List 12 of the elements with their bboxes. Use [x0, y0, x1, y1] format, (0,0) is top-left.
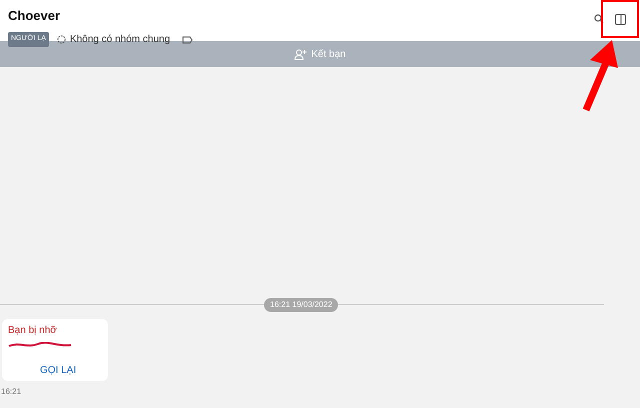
- contact-name: Choever: [8, 8, 60, 24]
- common-groups-text: Không có nhóm chung: [70, 33, 170, 47]
- panel-toggle-icon[interactable]: [615, 14, 626, 25]
- search-icon[interactable]: [594, 14, 604, 24]
- call-back-button[interactable]: GỌI LẠI: [40, 363, 76, 378]
- add-friend-icon: [294, 48, 308, 60]
- date-separator: 16:21 19/03/2022: [264, 298, 338, 312]
- group-icon: [56, 35, 66, 44]
- message-time: 16:21: [1, 386, 22, 398]
- tag-icon[interactable]: [182, 36, 194, 44]
- missed-call-text: Bạn bị nhỡ: [8, 324, 58, 338]
- scribble-drawing: [8, 342, 72, 348]
